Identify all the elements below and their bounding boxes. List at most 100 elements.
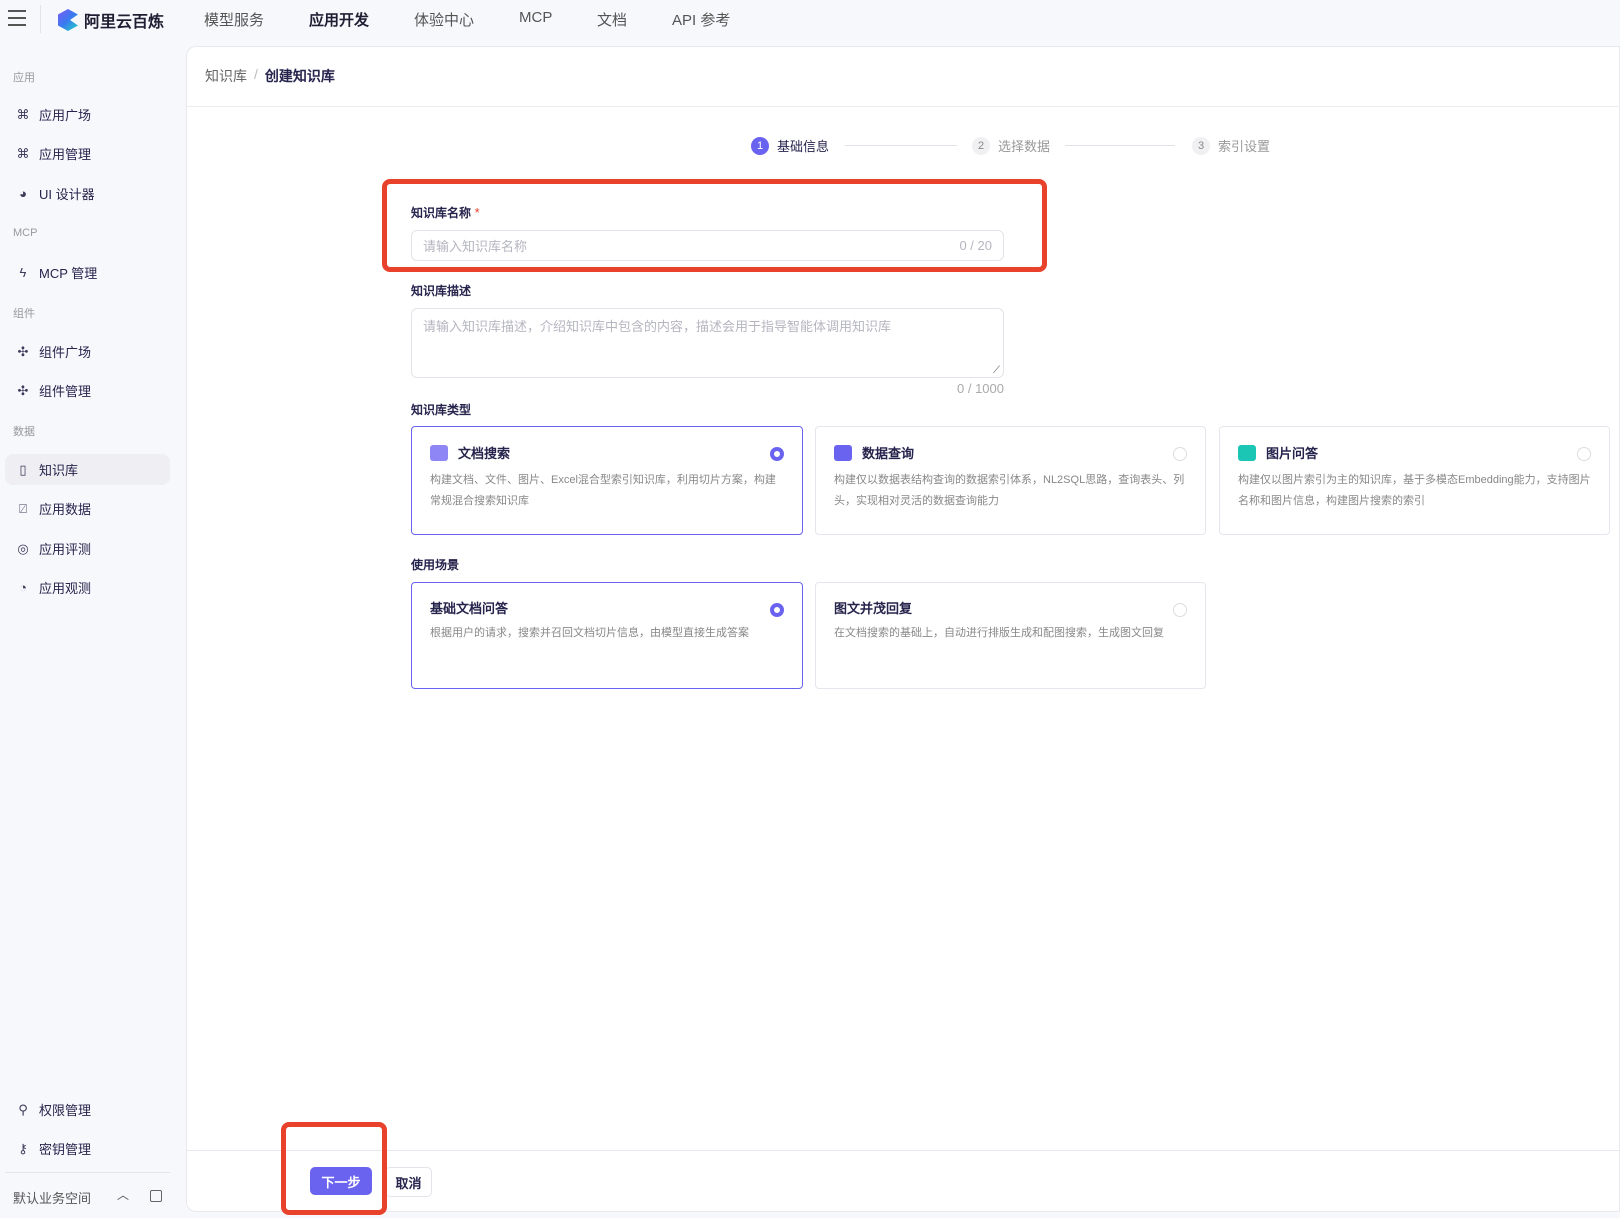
card-title: 数据查询 xyxy=(862,446,915,461)
sidebar-item-label: MCP 管理 xyxy=(39,266,98,281)
resize-handle-icon[interactable]: ⟋ xyxy=(993,365,1000,376)
sidebar-item-permissions[interactable]: ⚲ 权限管理 xyxy=(5,1094,170,1125)
nav-api[interactable]: API 参考 xyxy=(672,9,730,30)
type-label: 知识库类型 xyxy=(411,403,472,417)
card-desc: 构建文档、文件、图片、Excel混合型索引知识库，利用切片方案，构建常规混合搜索… xyxy=(430,474,776,507)
sidebar-item-app-eval[interactable]: ◎ 应用评测 xyxy=(5,533,170,564)
sidebar-item-label: 应用观测 xyxy=(39,581,92,596)
sidebar-item-app-plaza[interactable]: ⌘ 应用广场 xyxy=(5,99,170,130)
card-desc: 在文档搜索的基础上，自动进行排版生成和配图搜索，生成图文回复 xyxy=(834,627,1164,639)
sidebar-item-app-observe[interactable]: ◔ 应用观测 xyxy=(5,572,170,603)
step-3: 3 索引设置 xyxy=(1192,136,1270,155)
sidebar-item-label: 应用评测 xyxy=(39,542,92,557)
sidebar-item-label: 组件管理 xyxy=(39,384,92,399)
puzzle-gear-icon: ✣ xyxy=(17,382,29,398)
breadcrumb-current: 创建知识库 xyxy=(264,68,335,84)
palette-icon: ◕ xyxy=(19,186,27,201)
brand-name: 阿里云百炼 xyxy=(84,14,165,31)
highlight-box xyxy=(281,1122,387,1215)
card-title: 图文并茂回复 xyxy=(834,600,913,616)
breadcrumb: 知识库 / 创建知识库 xyxy=(205,66,335,86)
apps-manage-icon: ⌘ xyxy=(16,145,30,161)
nav-app-dev[interactable]: 应用开发 xyxy=(309,9,369,30)
breadcrumb-parent[interactable]: 知识库 xyxy=(205,66,247,86)
desc-placeholder: 请输入知识库描述，介绍知识库中包含的内容，描述会用于指导智能体调用知识库 xyxy=(423,319,892,334)
step-label: 索引设置 xyxy=(1218,139,1271,154)
desc-label: 知识库描述 xyxy=(411,284,472,298)
card-desc: 构建仅以图片索引为主的知识库，基于多模态Embedding能力，支持图片名称和图… xyxy=(1238,474,1591,507)
sidebar-item-label: 知识库 xyxy=(39,463,79,478)
data-query-icon xyxy=(834,444,852,461)
book-icon: ▯ xyxy=(19,461,27,477)
key-icon: ⚷ xyxy=(18,1140,28,1156)
sidebar-item-label: 应用数据 xyxy=(39,502,92,517)
nav-model-service[interactable]: 模型服务 xyxy=(204,9,264,30)
card-desc: 根据用户的请求，搜索并召回文档切片信息，由模型直接生成答案 xyxy=(430,627,749,639)
logo-icon xyxy=(58,9,78,31)
sidebar-item-mcp-manage[interactable]: ϟ MCP 管理 xyxy=(5,257,170,288)
step-number: 3 xyxy=(1192,136,1210,155)
mcp-icon: ϟ xyxy=(19,265,27,280)
nav-mcp[interactable]: MCP xyxy=(519,9,552,26)
section-mcp: MCP xyxy=(13,227,38,239)
scene-label: 使用场景 xyxy=(411,558,460,572)
sidebar-item-app-manage[interactable]: ⌘ 应用管理 xyxy=(5,138,170,169)
section-component: 组件 xyxy=(13,308,35,320)
sidebar-item-ui-designer[interactable]: ◕ UI 设计器 xyxy=(5,178,170,209)
scene-card-rich-reply[interactable]: 图文并茂回复 在文档搜索的基础上，自动进行排版生成和配图搜索，生成图文回复 xyxy=(815,582,1206,689)
chart-icon: ⍁ xyxy=(19,500,27,516)
step-label: 选择数据 xyxy=(998,139,1051,154)
chevron-up-icon[interactable]: ︿ xyxy=(117,1186,129,1203)
divider xyxy=(187,1150,1620,1151)
cancel-button[interactable]: 取消 xyxy=(385,1167,432,1197)
highlight-box xyxy=(382,179,1047,272)
type-card-image-qa[interactable]: 图片问答 构建仅以图片索引为主的知识库，基于多模态Embedding能力，支持图… xyxy=(1219,426,1610,535)
radio-unselected[interactable] xyxy=(1173,603,1187,617)
step-connector xyxy=(1065,145,1175,146)
workspace-selector[interactable]: 默认业务空间 xyxy=(13,1188,91,1207)
card-title: 图片问答 xyxy=(1266,446,1319,461)
sidebar-item-label: UI 设计器 xyxy=(39,187,95,202)
section-app: 应用 xyxy=(13,72,35,84)
brand-logo[interactable]: 阿里云百炼 xyxy=(58,8,164,32)
radio-selected[interactable] xyxy=(770,447,784,461)
nav-docs[interactable]: 文档 xyxy=(597,9,627,30)
type-card-data-query[interactable]: 数据查询 构建仅以数据表结构查询的数据索引体系，NL2SQL思路，查询表头、列头… xyxy=(815,426,1206,535)
collapse-sidebar-icon[interactable] xyxy=(150,1190,162,1202)
sidebar-item-label: 应用管理 xyxy=(39,147,92,162)
step-connector xyxy=(845,145,957,146)
divider xyxy=(187,106,1620,107)
user-icon: ⚲ xyxy=(18,1101,28,1117)
type-card-doc-search[interactable]: 文档搜索 构建文档、文件、图片、Excel混合型索引知识库，利用切片方案，构建常… xyxy=(411,426,803,535)
sidebar-item-label: 权限管理 xyxy=(39,1103,92,1118)
desc-counter: 0 / 1000 xyxy=(957,381,1004,396)
radio-selected[interactable] xyxy=(770,603,784,617)
step-1: 1 基础信息 xyxy=(751,136,829,155)
scene-card-basic-qa[interactable]: 基础文档问答 根据用户的请求，搜索并召回文档切片信息，由模型直接生成答案 xyxy=(411,582,803,689)
breadcrumb-separator: / xyxy=(254,66,258,82)
desc-textarea[interactable]: 请输入知识库描述，介绍知识库中包含的内容，描述会用于指导智能体调用知识库 ⟋ xyxy=(411,308,1004,378)
card-title: 文档搜索 xyxy=(458,446,511,461)
step-2: 2 选择数据 xyxy=(972,136,1050,155)
divider xyxy=(5,1172,170,1173)
sidebar-item-app-data[interactable]: ⍁ 应用数据 xyxy=(5,493,170,524)
menu-icon[interactable] xyxy=(8,10,26,26)
section-data: 数据 xyxy=(13,426,35,438)
step-number: 1 xyxy=(751,136,769,155)
sidebar-item-knowledge-base[interactable]: ▯ 知识库 xyxy=(5,454,170,485)
step-label: 基础信息 xyxy=(777,139,830,154)
radio-unselected[interactable] xyxy=(1173,447,1187,461)
nav-experience[interactable]: 体验中心 xyxy=(414,9,474,30)
card-title: 基础文档问答 xyxy=(430,600,509,616)
sidebar-item-keys[interactable]: ⚷ 密钥管理 xyxy=(5,1133,170,1164)
sidebar-item-label: 组件广场 xyxy=(39,345,92,360)
puzzle-icon: ✣ xyxy=(17,343,29,359)
apps-icon: ⌘ xyxy=(16,106,30,122)
sidebar-item-label: 密钥管理 xyxy=(39,1142,92,1157)
sidebar-item-component-manage[interactable]: ✣ 组件管理 xyxy=(5,375,170,406)
pie-icon: ◔ xyxy=(19,580,27,595)
step-number: 2 xyxy=(972,136,990,155)
sidebar-item-label: 应用广场 xyxy=(39,108,92,123)
sidebar-item-component-plaza[interactable]: ✣ 组件广场 xyxy=(5,336,170,367)
radio-unselected[interactable] xyxy=(1577,447,1591,461)
